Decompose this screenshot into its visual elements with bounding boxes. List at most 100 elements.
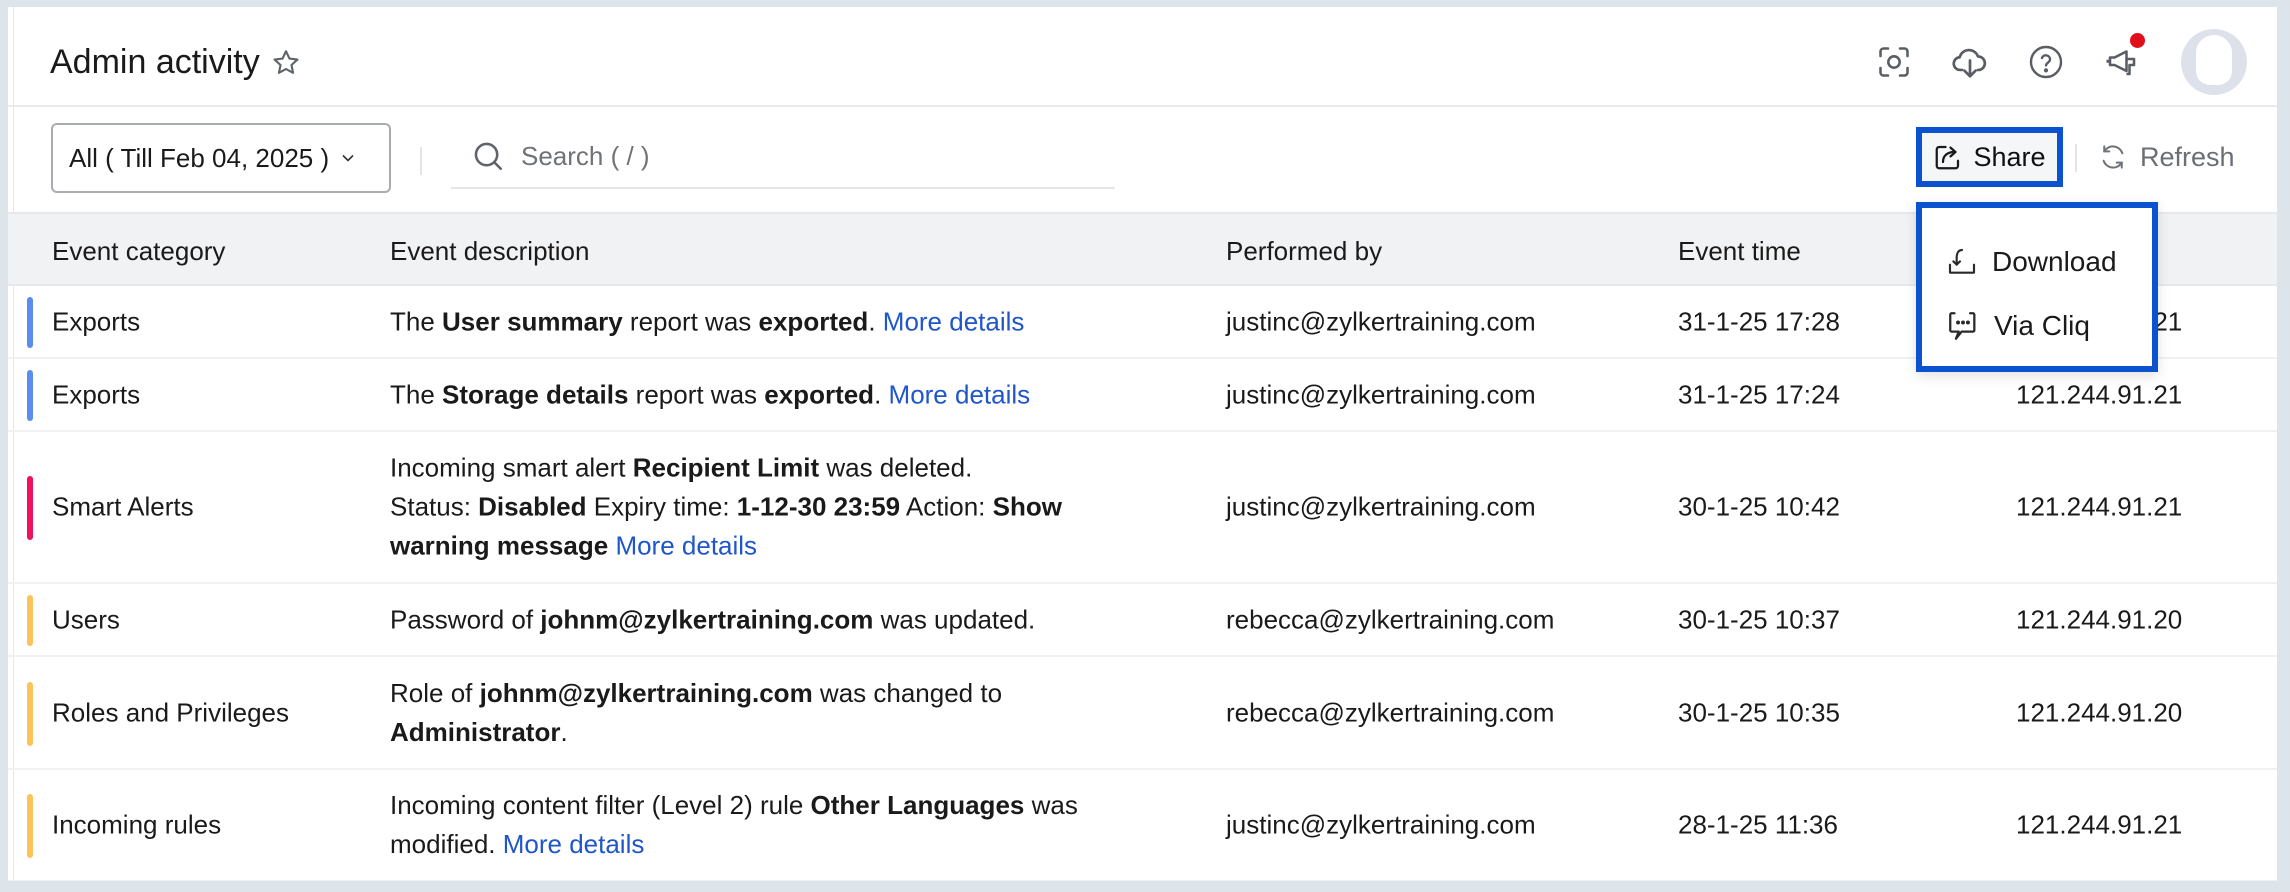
more-details-link[interactable]: More details bbox=[889, 379, 1031, 409]
notification-dot bbox=[2130, 33, 2145, 48]
description-text: The bbox=[390, 306, 443, 336]
description-emphasis: Recipient Limit bbox=[632, 452, 820, 483]
screenshot-icon[interactable] bbox=[1875, 43, 1913, 81]
description-text: . bbox=[868, 306, 883, 336]
column-header-event-time[interactable]: Event time bbox=[1678, 236, 1801, 267]
description-emphasis: exported bbox=[764, 379, 875, 409]
description-text: Expiry time: bbox=[586, 491, 737, 522]
cloud-download-icon[interactable] bbox=[1951, 43, 1989, 81]
event-description: Incoming content filter (Level 2) rule O… bbox=[390, 786, 1150, 864]
event-time: 31-1-25 17:28 bbox=[1678, 306, 1840, 336]
description-text: modified. bbox=[390, 829, 503, 859]
table-row[interactable]: Users Password of johnm@zylkertraining.co… bbox=[8, 584, 2277, 657]
table-row[interactable]: Smart Alerts Incoming smart alert Recipie… bbox=[8, 432, 2277, 584]
event-description: Password of johnm@zylkertraining.com was… bbox=[390, 600, 1150, 639]
performed-by: justinc@zylkertraining.com bbox=[1226, 809, 1536, 840]
table-body: Exports The User summary report was expor… bbox=[8, 286, 2277, 881]
toolbar-divider bbox=[2075, 144, 2077, 172]
period-filter-dropdown[interactable]: All ( Till Feb 04, 2025 ) bbox=[51, 123, 391, 193]
event-description: Role of johnm@zylkertraining.com was cha… bbox=[390, 674, 1150, 752]
refresh-icon bbox=[2102, 145, 2124, 169]
description-emphasis: exported bbox=[758, 306, 869, 336]
share-menu-via-cliq-label: Via Cliq bbox=[1994, 310, 2090, 341]
description-emphasis: johnm@zylkertraining.com bbox=[540, 604, 874, 634]
category-color-bar bbox=[27, 370, 33, 421]
description-text: report was bbox=[628, 379, 765, 409]
ip-address: 121.244.91.21 bbox=[2016, 379, 2183, 409]
event-time: 28-1-25 11:36 bbox=[1678, 809, 1838, 840]
ip-address: 121.244.91.21 bbox=[2016, 491, 2183, 522]
page-title: Admin activity bbox=[50, 43, 302, 82]
description-emphasis: 1-12-30 23:59 bbox=[736, 491, 901, 522]
page-header: Admin activity bbox=[8, 7, 2277, 107]
performed-by: rebecca@zylkertraining.com bbox=[1226, 604, 1555, 634]
event-time: 30-1-25 10:35 bbox=[1678, 697, 1840, 727]
share-dropdown-menu: Download Via Cliq bbox=[1916, 202, 2158, 372]
share-menu-via-cliq[interactable]: Via Cliq bbox=[1922, 294, 2152, 358]
description-emphasis: User summary bbox=[442, 306, 623, 336]
event-category: Roles and Privileges bbox=[52, 697, 290, 727]
search-icon bbox=[474, 142, 503, 171]
description-text: . bbox=[560, 716, 568, 747]
share-menu-download[interactable]: Download bbox=[1922, 230, 2152, 294]
table-row[interactable]: Incoming rules Incoming content filter (L… bbox=[8, 770, 2277, 881]
description-text: Role of bbox=[390, 677, 480, 708]
description-text: was deleted. bbox=[819, 452, 973, 483]
description-emphasis: Disabled bbox=[478, 491, 587, 522]
page-title-text: Admin activity bbox=[50, 43, 260, 81]
description-text: was updated. bbox=[873, 604, 1036, 634]
more-details-link[interactable]: More details bbox=[883, 306, 1025, 336]
event-description: The User summary report was exported. Mo… bbox=[390, 302, 1150, 341]
category-color-bar bbox=[27, 476, 33, 540]
announcement-icon[interactable] bbox=[2103, 33, 2145, 81]
event-category: Incoming rules bbox=[52, 809, 222, 840]
event-time: 31-1-25 17:24 bbox=[1678, 379, 1840, 409]
table-row[interactable]: Roles and Privileges Role of johnm@zylker… bbox=[8, 657, 2277, 770]
toolbar-divider bbox=[420, 147, 422, 175]
more-details-link[interactable]: More details bbox=[615, 531, 757, 561]
ip-address: 121.244.91.21 bbox=[2016, 809, 2183, 840]
category-color-bar bbox=[27, 794, 33, 858]
category-color-bar bbox=[27, 681, 33, 746]
refresh-button[interactable]: Refresh bbox=[2098, 131, 2235, 183]
more-details-link[interactable]: More details bbox=[503, 829, 645, 859]
share-button[interactable]: Share bbox=[1916, 127, 2063, 187]
refresh-label: Refresh bbox=[2140, 141, 2235, 172]
description-emphasis: Administrator bbox=[390, 716, 561, 747]
column-header-performed-by[interactable]: Performed by bbox=[1226, 236, 1382, 267]
event-description: Incoming smart alert Recipient Limit was… bbox=[390, 449, 1150, 566]
event-category: Users bbox=[52, 604, 120, 634]
description-text: . bbox=[874, 379, 889, 409]
description-emphasis: Other Languages bbox=[810, 790, 1025, 820]
event-category: Smart Alerts bbox=[52, 491, 194, 522]
favorite-star-icon[interactable] bbox=[270, 47, 302, 79]
performed-by: justinc@zylkertraining.com bbox=[1226, 379, 1536, 409]
share-icon bbox=[1936, 145, 1960, 170]
description-text: report was bbox=[622, 306, 759, 336]
help-icon[interactable] bbox=[2027, 43, 2065, 81]
event-time: 30-1-25 10:37 bbox=[1678, 604, 1840, 634]
description-text: Status: bbox=[390, 491, 479, 522]
description-text: The bbox=[390, 379, 443, 409]
description-text: was changed to bbox=[812, 677, 1003, 708]
description-emphasis: johnm@zylkertraining.com bbox=[479, 677, 813, 708]
description-text: was bbox=[1024, 790, 1078, 820]
description-text: Password of bbox=[390, 604, 541, 634]
performed-by: justinc@zylkertraining.com bbox=[1226, 491, 1536, 522]
period-filter-value: All ( Till Feb 04, 2025 ) bbox=[69, 142, 330, 173]
ip-address: 121.244.91.20 bbox=[2016, 604, 2183, 634]
event-time: 30-1-25 10:42 bbox=[1678, 491, 1840, 522]
event-category: Exports bbox=[52, 379, 141, 409]
event-category: Exports bbox=[52, 306, 141, 336]
description-emphasis: Storage details bbox=[442, 379, 629, 409]
header-actions bbox=[1875, 29, 2247, 95]
chevron-down-icon bbox=[342, 154, 354, 162]
column-header-event-description[interactable]: Event description bbox=[390, 236, 589, 267]
column-header-event-category[interactable]: Event category bbox=[52, 236, 225, 267]
avatar[interactable] bbox=[2181, 29, 2247, 95]
share-label: Share bbox=[1973, 141, 2046, 172]
download-tray-icon bbox=[1948, 248, 1976, 274]
search-input[interactable] bbox=[521, 140, 1081, 172]
performed-by: rebecca@zylkertraining.com bbox=[1226, 697, 1555, 727]
event-description: The Storage details report was exported.… bbox=[390, 375, 1150, 414]
